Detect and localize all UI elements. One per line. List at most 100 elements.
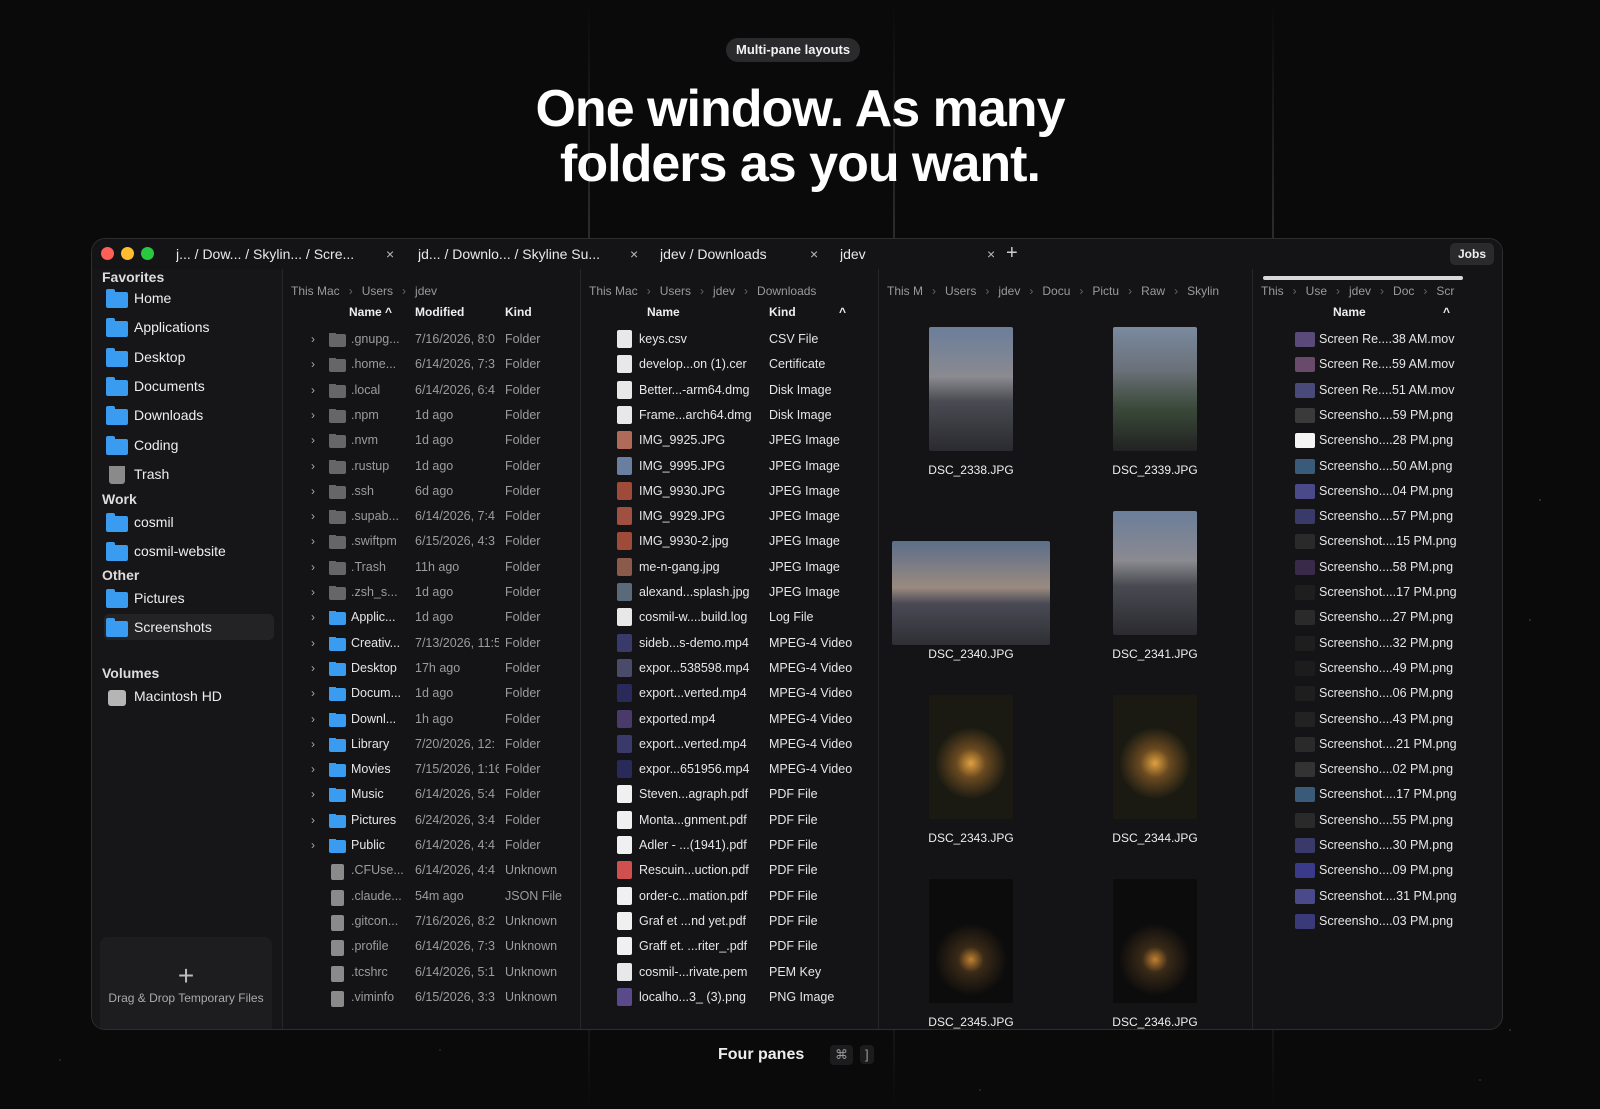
image-thumbnail[interactable] xyxy=(1113,695,1197,819)
table-row[interactable]: .gitcon... 7/16/2026, 8:2 Unknown xyxy=(283,909,580,934)
temporary-files-dropzone[interactable]: + Drag & Drop Temporary Files xyxy=(100,937,272,1029)
breadcrumb-item[interactable]: Downloads xyxy=(757,284,816,298)
sidebar-item-desktop[interactable]: Desktop xyxy=(104,344,274,370)
table-row[interactable]: Adler - ...(1941).pdf PDF File xyxy=(581,833,878,858)
table-row[interactable]: Better...-arm64.dmg Disk Image xyxy=(581,378,878,403)
new-tab-button[interactable]: + xyxy=(1006,239,1018,267)
chevron-right-icon[interactable]: › xyxy=(311,408,315,422)
chevron-right-icon[interactable]: › xyxy=(311,560,315,574)
chevron-right-icon[interactable]: › xyxy=(311,534,315,548)
table-row[interactable]: Screensho....43 PM.png xyxy=(1253,707,1502,732)
table-row[interactable]: › Docum... 1d ago Folder xyxy=(283,681,580,706)
table-row[interactable]: › Movies 7/15/2026, 1:16 Folder xyxy=(283,757,580,782)
chevron-right-icon[interactable]: › xyxy=(311,813,315,827)
tab-1[interactable]: j... / Dow... / Skylin... / Scre... xyxy=(176,239,376,269)
table-row[interactable]: Screensho....09 PM.png xyxy=(1253,858,1502,883)
table-row[interactable]: › Pictures 6/24/2026, 3:4 Folder xyxy=(283,808,580,833)
breadcrumb-item[interactable]: Scr xyxy=(1436,284,1454,298)
tab-3[interactable]: jdev / Downloads xyxy=(660,239,810,269)
table-row[interactable]: › .npm 1d ago Folder xyxy=(283,403,580,428)
chevron-right-icon[interactable]: › xyxy=(311,459,315,473)
table-row[interactable]: me-n-gang.jpg JPEG Image xyxy=(581,555,878,580)
jobs-button[interactable]: Jobs xyxy=(1449,243,1494,265)
breadcrumb-item[interactable]: This Mac xyxy=(291,284,340,298)
breadcrumb-item[interactable]: This Mac xyxy=(589,284,638,298)
table-row[interactable]: Screensho....58 PM.png xyxy=(1253,555,1502,580)
table-row[interactable]: IMG_9929.JPG JPEG Image xyxy=(581,504,878,529)
table-row[interactable]: Rescuin...uction.pdf PDF File xyxy=(581,858,878,883)
close-window-button[interactable] xyxy=(101,247,114,260)
tab-close-icon[interactable]: × xyxy=(810,239,818,269)
breadcrumb-item[interactable]: Skylin xyxy=(1187,284,1219,298)
table-row[interactable]: Screensho....30 PM.png xyxy=(1253,833,1502,858)
image-thumbnail[interactable] xyxy=(929,695,1013,819)
table-row[interactable]: Screensho....32 PM.png xyxy=(1253,631,1502,656)
table-row[interactable]: alexand...splash.jpg JPEG Image xyxy=(581,580,878,605)
table-row[interactable]: Screenshot....17 PM.png xyxy=(1253,580,1502,605)
chevron-right-icon[interactable]: › xyxy=(311,636,315,650)
chevron-right-icon[interactable]: › xyxy=(311,712,315,726)
chevron-right-icon[interactable]: › xyxy=(311,737,315,751)
sidebar-item-home[interactable]: Home xyxy=(104,285,274,311)
table-row[interactable]: exported.mp4 MPEG-4 Video xyxy=(581,707,878,732)
chevron-right-icon[interactable]: › xyxy=(311,838,315,852)
table-row[interactable]: › .local 6/14/2026, 6:4 Folder xyxy=(283,378,580,403)
table-row[interactable]: develop...on (1).cer Certificate xyxy=(581,352,878,377)
sidebar-item-cosmil-website[interactable]: cosmil-website xyxy=(104,538,274,564)
table-row[interactable]: Screensho....49 PM.png xyxy=(1253,656,1502,681)
table-row[interactable]: › Music 6/14/2026, 5:4 Folder xyxy=(283,782,580,807)
chevron-right-icon[interactable]: › xyxy=(311,661,315,675)
table-row[interactable]: Screensho....06 PM.png xyxy=(1253,681,1502,706)
image-thumbnail[interactable] xyxy=(892,541,1050,645)
table-row[interactable]: cosmil-w....build.log Log File xyxy=(581,605,878,630)
breadcrumb-item[interactable]: Users xyxy=(362,284,393,298)
sidebar-item-downloads[interactable]: Downloads xyxy=(104,402,274,428)
table-row[interactable]: Graff et. ...riter_.pdf PDF File xyxy=(581,934,878,959)
sidebar-item-coding[interactable]: Coding xyxy=(104,432,274,458)
table-row[interactable]: sideb...s-demo.mp4 MPEG-4 Video xyxy=(581,631,878,656)
sidebar-item-documents[interactable]: Documents xyxy=(104,373,274,399)
table-row[interactable]: IMG_9930.JPG JPEG Image xyxy=(581,479,878,504)
table-row[interactable]: export...verted.mp4 MPEG-4 Video xyxy=(581,681,878,706)
chevron-right-icon[interactable]: › xyxy=(311,332,315,346)
table-row[interactable]: localho...3_ (3).png PNG Image xyxy=(581,985,878,1010)
table-row[interactable]: › .nvm 1d ago Folder xyxy=(283,428,580,453)
table-row[interactable]: IMG_9925.JPG JPEG Image xyxy=(581,428,878,453)
table-row[interactable]: Screensho....04 PM.png xyxy=(1253,479,1502,504)
image-thumbnail[interactable] xyxy=(929,879,1013,1003)
tab-close-icon[interactable]: × xyxy=(386,239,394,269)
table-row[interactable]: expor...538598.mp4 MPEG-4 Video xyxy=(581,656,878,681)
table-row[interactable]: › Applic... 1d ago Folder xyxy=(283,605,580,630)
breadcrumb-item[interactable]: jdev xyxy=(415,284,437,298)
image-thumbnail[interactable] xyxy=(1113,879,1197,1003)
table-row[interactable]: Screensho....03 PM.png xyxy=(1253,909,1502,934)
table-row[interactable]: › Downl... 1h ago Folder xyxy=(283,707,580,732)
table-row[interactable]: export...verted.mp4 MPEG-4 Video xyxy=(581,732,878,757)
horizontal-scrollbar[interactable] xyxy=(1263,276,1463,280)
sidebar-item-applications[interactable]: Applications xyxy=(104,314,274,340)
image-thumbnail[interactable] xyxy=(1113,327,1197,451)
breadcrumb-item[interactable]: This M xyxy=(887,284,923,298)
table-row[interactable]: › Creativ... 7/13/2026, 11:5 Folder xyxy=(283,631,580,656)
breadcrumb-item[interactable]: Docu xyxy=(1042,284,1070,298)
chevron-right-icon[interactable]: › xyxy=(311,762,315,776)
table-row[interactable]: Graf et ...nd yet.pdf PDF File xyxy=(581,909,878,934)
table-row[interactable]: IMG_9930-2.jpg JPEG Image xyxy=(581,529,878,554)
sidebar-item-pictures[interactable]: Pictures xyxy=(104,585,274,611)
image-thumbnail[interactable] xyxy=(1113,511,1197,635)
tab-close-icon[interactable]: × xyxy=(630,239,638,269)
table-row[interactable]: › .supab... 6/14/2026, 7:4 Folder xyxy=(283,504,580,529)
table-row[interactable]: › .ssh 6d ago Folder xyxy=(283,479,580,504)
table-row[interactable]: › .gnupg... 7/16/2026, 8:0 Folder xyxy=(283,327,580,352)
table-row[interactable]: Screensho....59 PM.png xyxy=(1253,403,1502,428)
table-row[interactable]: Steven...agraph.pdf PDF File xyxy=(581,782,878,807)
table-row[interactable]: › Library 7/20/2026, 12: Folder xyxy=(283,732,580,757)
sidebar-item-trash[interactable]: Trash xyxy=(104,461,274,487)
image-thumbnail[interactable] xyxy=(929,327,1013,451)
zoom-window-button[interactable] xyxy=(141,247,154,260)
table-row[interactable]: › Public 6/14/2026, 4:4 Folder xyxy=(283,833,580,858)
chevron-right-icon[interactable]: › xyxy=(311,433,315,447)
table-row[interactable]: Screensho....02 PM.png xyxy=(1253,757,1502,782)
column-header-name[interactable]: Name xyxy=(1333,305,1366,319)
table-row[interactable]: .CFUse... 6/14/2026, 4:4 Unknown xyxy=(283,858,580,883)
